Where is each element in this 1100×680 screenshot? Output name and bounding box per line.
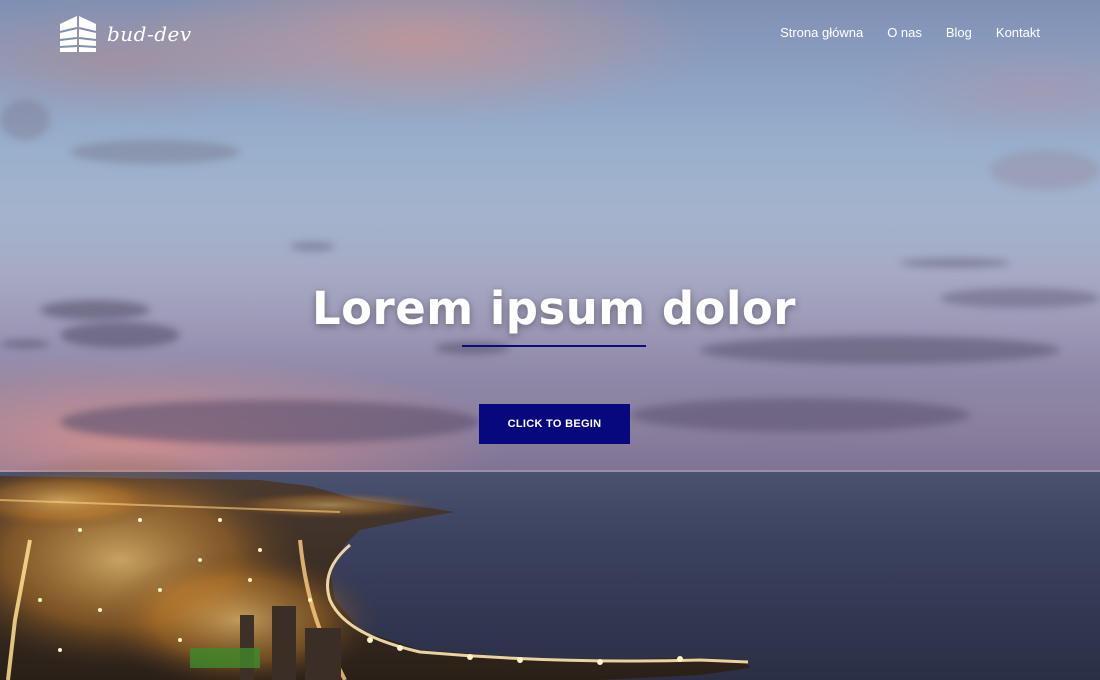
- hero-background: [0, 0, 1100, 680]
- title-underline: [462, 345, 646, 347]
- nav-item-blog[interactable]: Blog: [946, 25, 972, 40]
- nav-item-home[interactable]: Strona główna: [780, 25, 863, 40]
- city-skyline-image: [0, 450, 750, 680]
- nav-item-contact[interactable]: Kontakt: [996, 25, 1040, 40]
- main-nav: Strona główna O nas Blog Kontakt: [780, 25, 1040, 40]
- logo-text: bud-dev: [107, 22, 192, 46]
- hero-title: Lorem ipsum dolor: [311, 282, 797, 335]
- building-icon: [59, 16, 97, 52]
- logo[interactable]: bud-dev: [57, 14, 192, 54]
- nav-item-about[interactable]: O nas: [887, 25, 922, 40]
- click-to-begin-button[interactable]: CLICK TO BEGIN: [479, 404, 630, 444]
